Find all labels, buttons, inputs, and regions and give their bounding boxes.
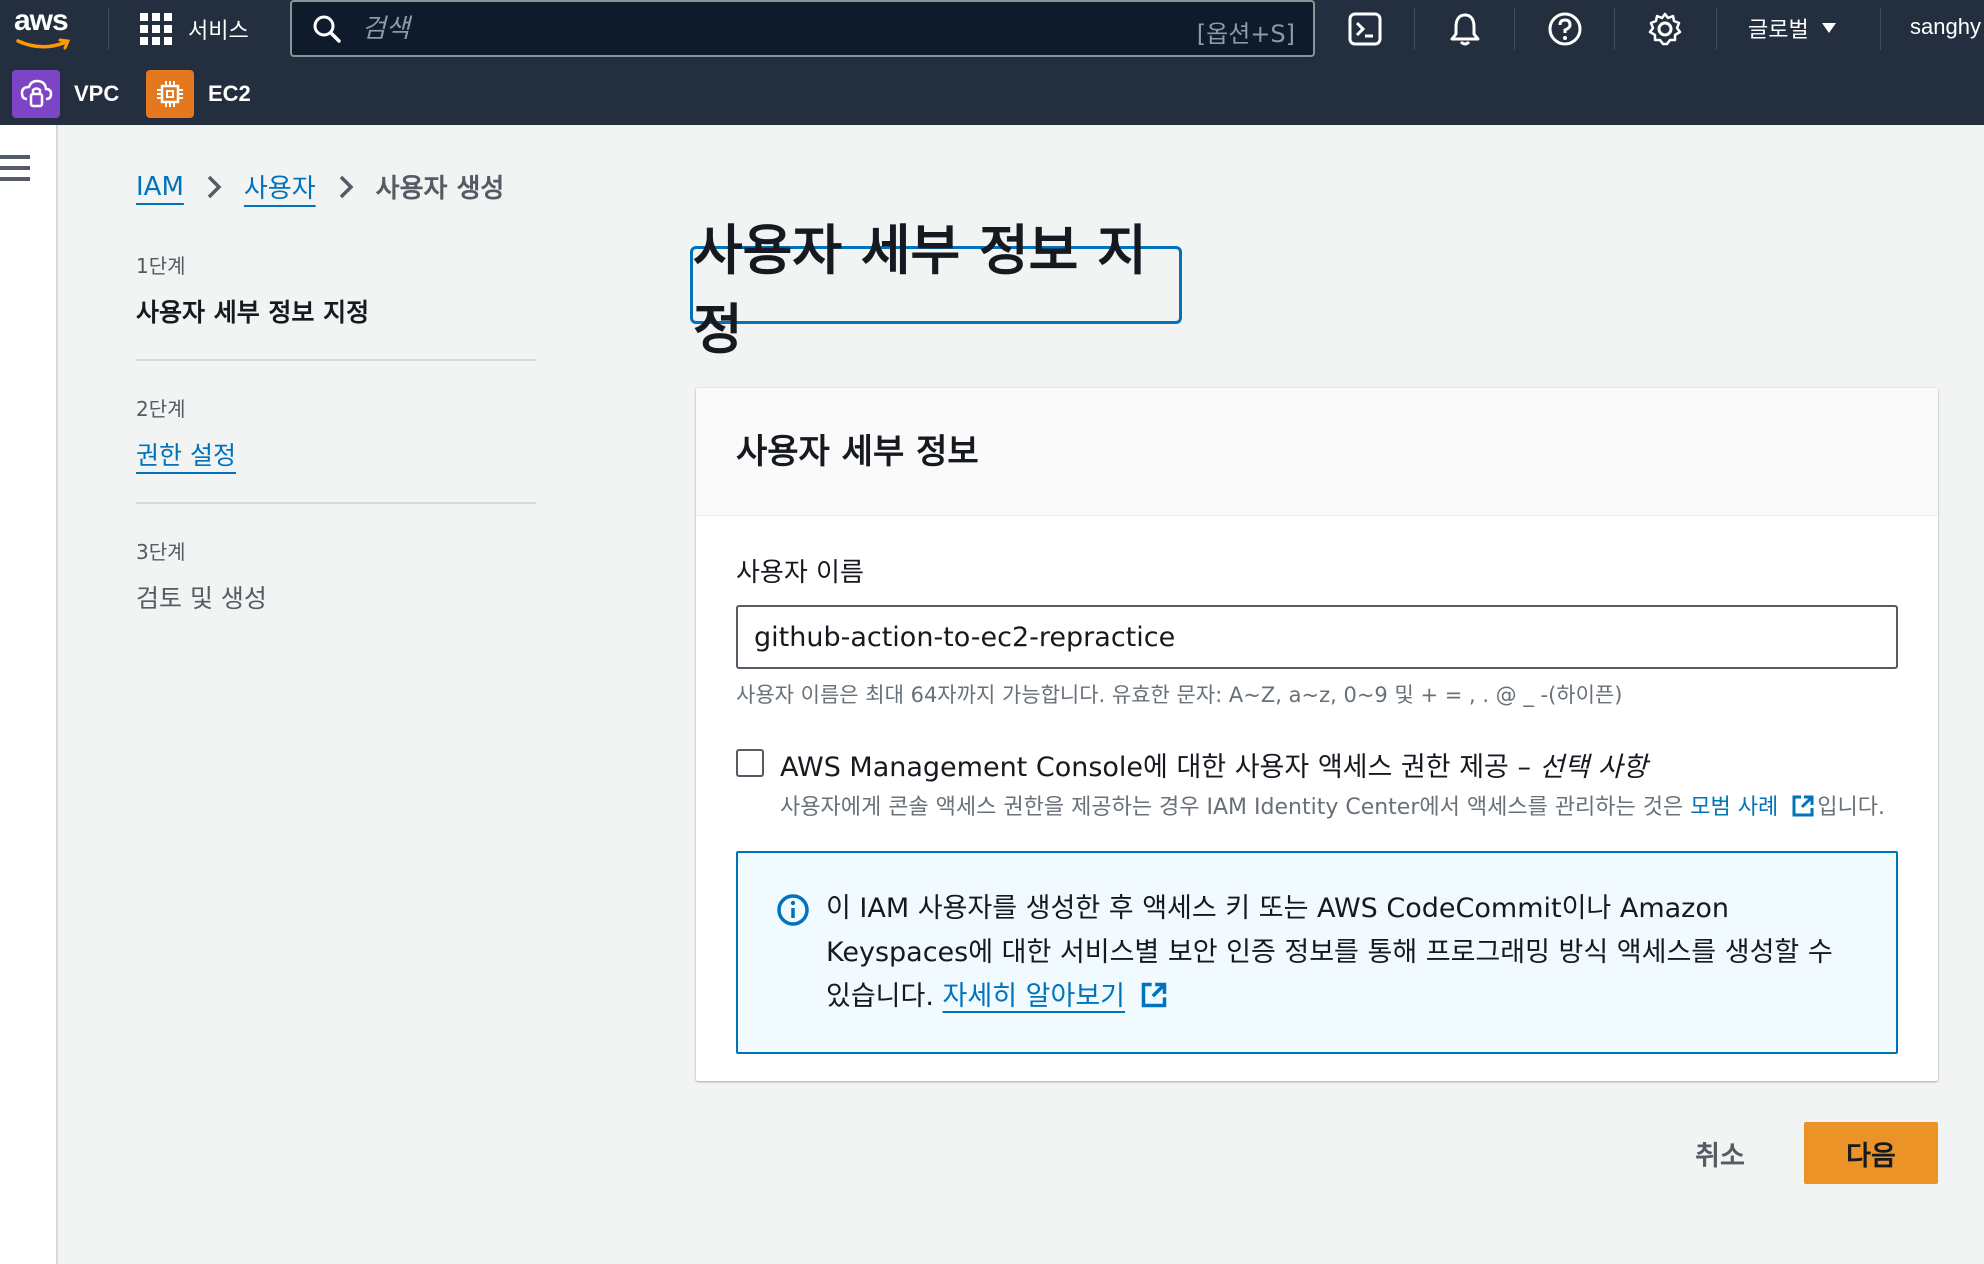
console-access-option: AWS Management Console에 대한 사용자 액세스 권한 제공… xyxy=(736,745,1898,825)
ec2-service-icon xyxy=(146,70,194,118)
favorites-bar: VPC EC2 xyxy=(0,70,1984,120)
wizard-step-1: 1단계 사용자 세부 정보 지정 xyxy=(136,250,536,359)
nav-divider xyxy=(1514,8,1515,50)
cancel-button[interactable]: 취소 xyxy=(1664,1122,1776,1184)
info-text: 이 IAM 사용자를 생성한 후 액세스 키 또는 AWS CodeCommit… xyxy=(826,887,1866,1019)
chevron-right-icon xyxy=(207,175,222,198)
step-number: 3단계 xyxy=(136,540,186,564)
help-icon xyxy=(1548,12,1582,46)
gear-icon xyxy=(1648,12,1682,46)
breadcrumb-iam-link[interactable]: IAM xyxy=(136,172,184,202)
aws-logo-text: aws xyxy=(14,4,69,37)
nav-main-row: aws 서비스 [옵션+S] xyxy=(0,0,1984,58)
step-divider xyxy=(136,502,536,504)
step-label: 검토 및 생성 xyxy=(136,584,267,613)
top-navigation: aws 서비스 [옵션+S] xyxy=(0,0,1984,125)
container-title: 사용자 세부 정보 xyxy=(736,432,979,472)
username-label: 사용자 이름 xyxy=(736,558,864,588)
next-button[interactable]: 다음 xyxy=(1804,1122,1938,1184)
breadcrumb-users-link[interactable]: 사용자 xyxy=(244,168,316,205)
region-selector[interactable]: 글로벌 xyxy=(1748,12,1837,44)
cloudshell-icon xyxy=(1348,12,1382,46)
username-input[interactable] xyxy=(736,605,1898,669)
wizard-step-3: 3단계 검토 및 생성 xyxy=(136,536,536,645)
aws-smile-icon xyxy=(16,38,71,50)
services-button[interactable]: 서비스 xyxy=(140,8,249,50)
step-link[interactable]: 권한 설정 xyxy=(136,436,536,472)
user-details-container: 사용자 세부 정보 사용자 이름 사용자 이름은 최대 64자까지 가능합니다.… xyxy=(696,388,1938,1081)
console-desc-prefix: 사용자에게 콘솔 액세스 권한을 제공하는 경우 IAM Identity Ce… xyxy=(780,795,1691,820)
step-number: 1단계 xyxy=(136,254,186,278)
best-practice-link[interactable]: 모범 사례 xyxy=(1690,795,1778,820)
external-link-icon xyxy=(1141,982,1166,1008)
info-alert: 이 IAM 사용자를 생성한 후 액세스 키 또는 AWS CodeCommit… xyxy=(736,851,1898,1054)
nav-divider xyxy=(1716,8,1717,50)
favorite-vpc[interactable]: VPC xyxy=(12,70,119,118)
page-title: 사용자 세부 정보 지정 xyxy=(690,219,1182,361)
vpc-service-icon xyxy=(12,70,60,118)
console-access-label-text: AWS Management Console에 대한 사용자 액세스 권한 제공… xyxy=(780,752,1540,783)
side-navigation-collapsed xyxy=(0,125,58,1264)
aws-logo[interactable]: aws xyxy=(12,4,82,52)
settings-button[interactable] xyxy=(1644,8,1686,50)
console-access-checkbox[interactable] xyxy=(736,749,764,777)
learn-more-link[interactable]: 자세히 알아보기 xyxy=(943,981,1125,1012)
region-label: 글로벌 xyxy=(1748,18,1809,43)
search-input[interactable] xyxy=(362,10,1162,48)
username-hint: 사용자 이름은 최대 64자까지 가능합니다. 유효한 문자: A~Z, a~z… xyxy=(736,683,1623,707)
container-body: 사용자 이름 사용자 이름은 최대 64자까지 가능합니다. 유효한 문자: A… xyxy=(696,516,1938,1054)
chevron-right-icon xyxy=(339,175,354,198)
optional-label: 선택 사항 xyxy=(1539,752,1648,783)
console-access-label[interactable]: AWS Management Console에 대한 사용자 액세스 권한 제공… xyxy=(780,745,1648,784)
account-menu[interactable]: sanghy xyxy=(1910,14,1981,40)
step-number: 2단계 xyxy=(136,397,186,421)
nav-divider xyxy=(1880,8,1881,50)
hamburger-menu-icon[interactable] xyxy=(0,155,32,188)
bell-icon xyxy=(1450,13,1480,46)
step-divider xyxy=(136,359,536,361)
nav-divider xyxy=(1414,8,1415,50)
help-button[interactable] xyxy=(1544,8,1586,50)
step-label: 사용자 세부 정보 지정 xyxy=(136,298,370,327)
search-shortcut: [옵션+S] xyxy=(1196,20,1295,48)
wizard-step-2: 2단계 권한 설정 xyxy=(136,393,536,502)
breadcrumb: IAM 사용자 사용자 생성 xyxy=(136,168,504,205)
external-link-icon xyxy=(1792,795,1814,817)
breadcrumb-current: 사용자 생성 xyxy=(375,174,505,204)
console-desc-suffix: 입니다. xyxy=(1817,795,1885,820)
container-header: 사용자 세부 정보 xyxy=(696,388,1938,516)
favorite-ec2[interactable]: EC2 xyxy=(146,70,251,118)
services-grid-icon xyxy=(140,13,172,45)
services-label: 서비스 xyxy=(188,18,249,43)
notifications-button[interactable] xyxy=(1444,8,1486,50)
search-icon xyxy=(313,15,341,43)
cloudshell-button[interactable] xyxy=(1344,8,1386,50)
search-box[interactable]: [옵션+S] xyxy=(290,0,1315,57)
console-access-description: 사용자에게 콘솔 액세스 권한을 제공하는 경우 IAM Identity Ce… xyxy=(780,789,1885,821)
favorite-ec2-label: EC2 xyxy=(208,81,251,106)
favorite-vpc-label: VPC xyxy=(74,81,120,106)
caret-down-icon xyxy=(1821,23,1836,33)
wizard-steps: 1단계 사용자 세부 정보 지정 2단계 권한 설정 3단계 검토 및 생성 xyxy=(136,250,536,645)
info-icon xyxy=(777,894,809,926)
nav-divider xyxy=(1614,8,1615,50)
nav-divider xyxy=(108,8,109,50)
